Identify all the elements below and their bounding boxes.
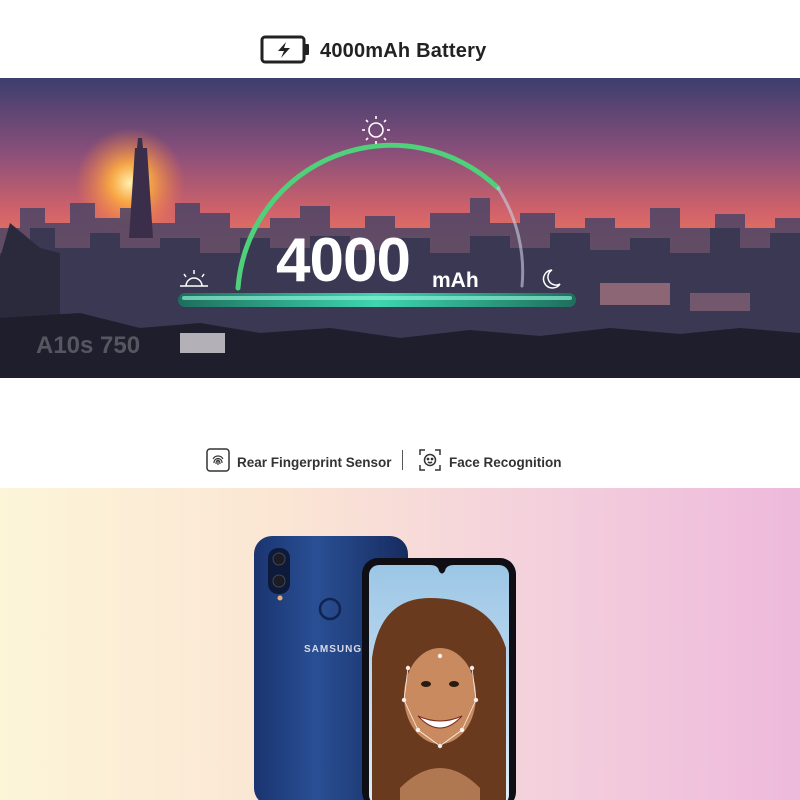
feature-divider (402, 450, 403, 470)
battery-title: 4000mAh Battery (260, 32, 486, 71)
battery-capacity-unit: mAh (432, 269, 479, 292)
brand-logo: SAMSUNG (304, 644, 363, 655)
battery-title-text: 4000mAh Battery (320, 40, 487, 62)
phone-showcase: SAMSUNG (0, 488, 800, 800)
face (404, 648, 476, 744)
battery-capacity-value: 4000 (276, 226, 411, 295)
security-features: Rear Fingerprint Sensor Face Recognition (0, 378, 800, 488)
battery-charging-icon (260, 32, 312, 71)
fingerprint-icon (206, 448, 230, 477)
battery-header: 4000mAh Battery (0, 0, 800, 78)
feature-face-label: Face Recognition (449, 455, 562, 470)
face-scan-icon (418, 448, 442, 477)
phone-illustration (254, 536, 516, 800)
phone-front (362, 558, 516, 800)
model-watermark: A10s 750 (36, 332, 141, 359)
sun-icon (362, 116, 390, 144)
feature-fingerprint: Rear Fingerprint Sensor (206, 448, 392, 477)
feature-fingerprint-label: Rear Fingerprint Sensor (237, 455, 392, 470)
feature-face-recognition: Face Recognition (418, 448, 562, 477)
sunset-banner: 4000 mAh A10s 750 (0, 78, 800, 378)
